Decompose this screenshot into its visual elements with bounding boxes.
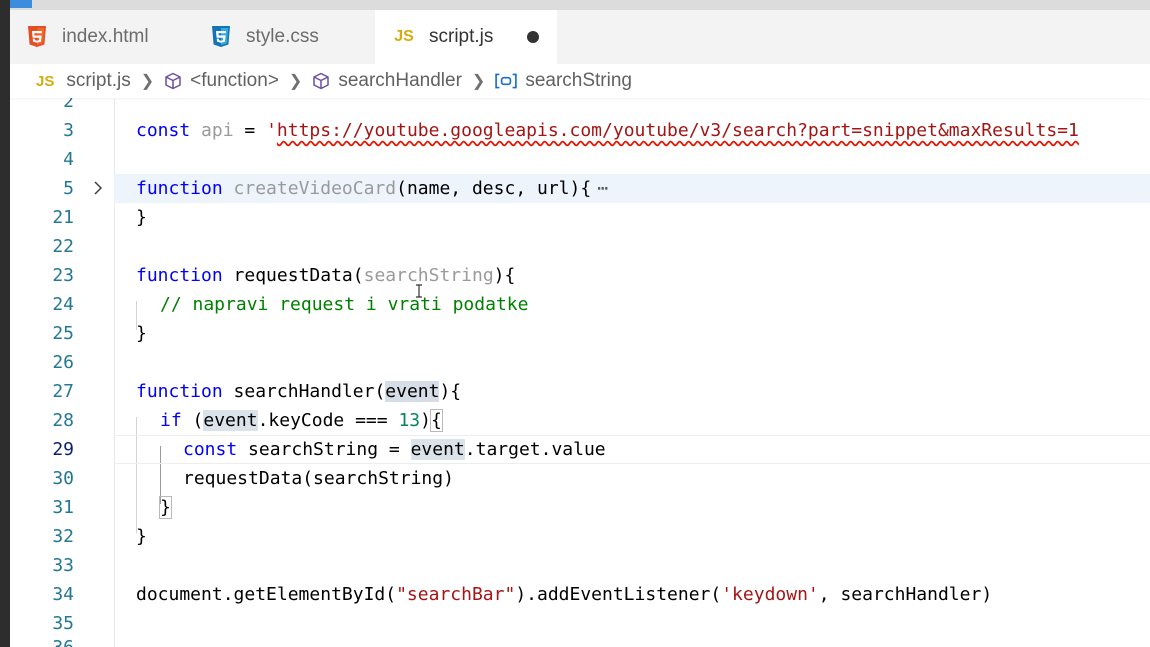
code-text: if (event.keyCode === 13){ <box>160 409 443 432</box>
code-line: 34 document.getElementById("searchBar").… <box>10 580 1150 609</box>
breadcrumb-scope-searchstring[interactable]: searchString <box>495 70 632 92</box>
css3-icon <box>210 26 232 48</box>
tab-label: script.js <box>429 26 494 47</box>
code-text: function searchHandler(event){ <box>136 381 462 402</box>
bracket-match: { <box>429 409 443 432</box>
fold-expand-icon[interactable] <box>90 180 106 196</box>
line-number: 27 <box>52 381 74 402</box>
line-number: 33 <box>52 555 74 576</box>
line-number: 36 <box>10 633 74 647</box>
cube-icon <box>165 72 181 90</box>
code-line: 36 <box>10 633 1150 647</box>
code-line: 2 <box>10 98 1150 116</box>
window-top-strip <box>0 0 1150 10</box>
symbol-highlight: event <box>410 439 465 460</box>
line-number: 25 <box>52 323 74 344</box>
code-line: 30 requestData(searchString) <box>10 464 1150 493</box>
line-number: 30 <box>52 468 74 489</box>
text-cursor-icon <box>416 284 422 298</box>
line-number: 28 <box>52 410 74 431</box>
code-line: 25 } <box>10 319 1150 348</box>
breadcrumb-file[interactable]: JS script.js <box>36 70 131 92</box>
code-text: const searchString = event.target.value <box>183 439 606 460</box>
code-text: } <box>136 207 147 228</box>
line-number: 26 <box>52 352 74 373</box>
code-comment: // napravi request i vrati podatke <box>160 294 529 315</box>
chevron-right-icon: ❯ <box>471 73 486 90</box>
code-line: 29 const searchString = event.target.val… <box>10 435 1150 464</box>
tab-label: style.css <box>246 26 319 47</box>
code-line: 33 <box>10 551 1150 580</box>
html5-icon <box>26 26 48 48</box>
line-number: 22 <box>52 236 74 257</box>
tab-style-css[interactable]: style.css <box>210 10 370 64</box>
folded-ellipsis[interactable]: ⋯ <box>597 178 608 199</box>
code-line: 21 } <box>10 203 1150 232</box>
code-line: 4 <box>10 145 1150 174</box>
code-text: } <box>159 493 172 522</box>
code-text: function requestData(searchString){ <box>136 265 516 286</box>
chevron-right-icon: ❯ <box>140 73 155 90</box>
line-number: 31 <box>52 497 74 518</box>
tab-script-js[interactable]: JS script.js <box>375 10 557 64</box>
bracket-match: } <box>159 496 172 519</box>
code-line: 3 const api = 'https://youtube.googleapi… <box>10 116 1150 145</box>
code-text: } <box>136 323 147 344</box>
line-number: 5 <box>63 178 74 199</box>
breadcrumb-file-label: script.js <box>66 70 131 91</box>
code-text: function createVideoCard(name, desc, url… <box>136 178 609 199</box>
line-number: 21 <box>52 207 74 228</box>
line-number: 4 <box>63 149 74 170</box>
code-line: 22 <box>10 232 1150 261</box>
breadcrumb-scope-label: <function> <box>190 70 279 91</box>
chevron-right-icon: ❯ <box>288 73 303 90</box>
code-text: document.getElementById("searchBar").add… <box>136 584 993 605</box>
tab-index-html[interactable]: index.html <box>26 10 194 64</box>
symbol-highlight: event <box>385 381 440 402</box>
activity-bar-edge <box>0 0 10 647</box>
variable-icon <box>495 73 518 89</box>
editor-tab-bar: index.html style.css JS script.js <box>10 10 1150 64</box>
code-line: 23 function requestData(searchString){ <box>10 261 1150 290</box>
line-number: 3 <box>63 120 74 141</box>
code-line: 28 if (event.keyCode === 13){ <box>10 406 1150 435</box>
breadcrumb-scope-function[interactable]: <function> <box>164 70 279 92</box>
line-number: 2 <box>63 98 74 112</box>
tab-label: index.html <box>62 26 149 47</box>
code-text: requestData(searchString) <box>183 468 454 489</box>
breadcrumb: JS script.js ❯ <function> ❯ searchHandle… <box>10 64 1150 98</box>
js-icon: JS <box>394 28 414 45</box>
code-text: } <box>136 526 147 547</box>
code-line: 27 function searchHandler(event){ <box>10 377 1150 406</box>
code-line: 26 <box>10 348 1150 377</box>
line-number: 24 <box>52 294 74 315</box>
unsaved-changes-dot[interactable] <box>527 31 539 43</box>
line-number: 23 <box>52 265 74 286</box>
code-line: 24 // napravi request i vrati podatke <box>10 290 1150 319</box>
breadcrumb-scope-label: searchString <box>525 70 632 91</box>
line-number: 29 <box>52 439 74 460</box>
breadcrumb-scope-searchhandler[interactable]: searchHandler <box>312 70 462 92</box>
symbol-highlight: event <box>203 410 258 431</box>
code-line: 31 } <box>10 493 1150 522</box>
code-line: 5 function createVideoCard(name, desc, u… <box>10 174 1150 203</box>
line-number: 32 <box>52 526 74 547</box>
line-number: 34 <box>52 584 74 605</box>
breadcrumb-scope-label: searchHandler <box>338 70 462 91</box>
code-text: const api = 'https://youtube.googleapis.… <box>136 120 1079 141</box>
api-url-string[interactable]: https://youtube.googleapis.com/youtube/v… <box>277 120 1079 141</box>
code-line: 32 } <box>10 522 1150 551</box>
code-editor[interactable]: 2 3 const api = 'https://youtube.googlea… <box>10 98 1150 647</box>
js-icon: JS <box>36 72 55 90</box>
cube-icon <box>313 72 330 90</box>
